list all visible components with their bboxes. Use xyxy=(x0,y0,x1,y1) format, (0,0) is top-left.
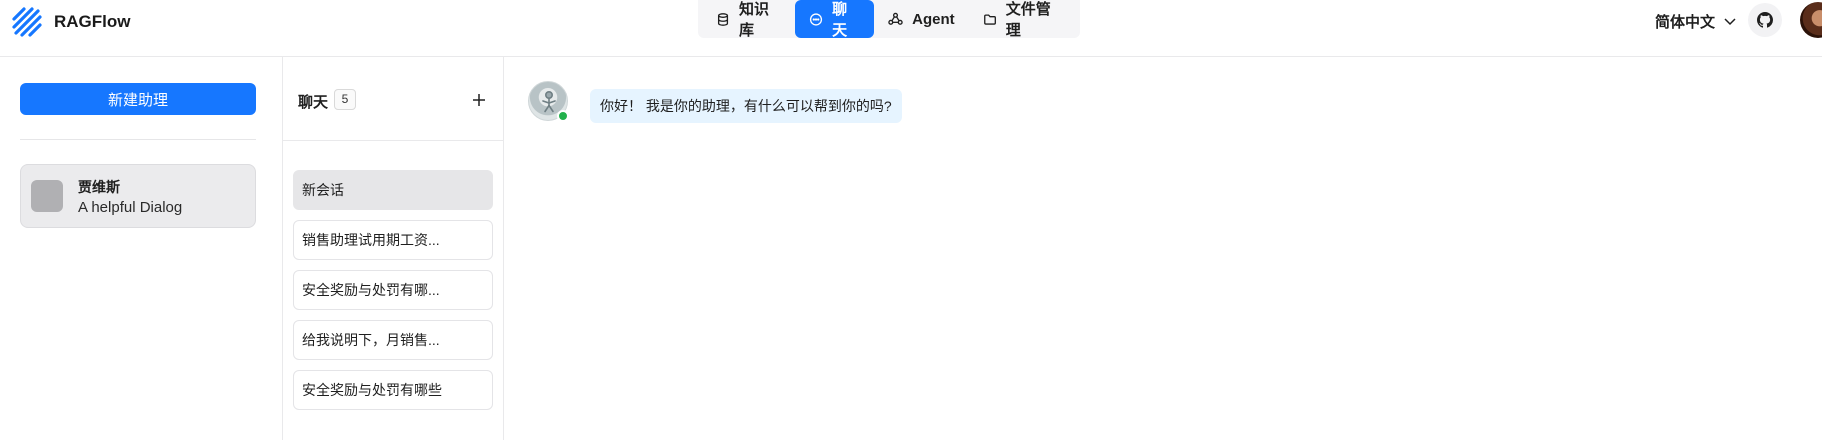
github-button[interactable] xyxy=(1748,3,1782,37)
nav-item-agent[interactable]: Agent xyxy=(874,0,969,38)
conversation-panel: 聊天 5 新会话 销售助理试用期工资... 安全奖励与处罚有哪... 给我说明下… xyxy=(283,57,504,440)
nav-item-file-manager[interactable]: 文件管理 xyxy=(969,0,1076,39)
nav-item-label: 文件管理 xyxy=(1005,1,1051,39)
database-icon xyxy=(717,12,729,26)
nav-item-label: Agent xyxy=(912,10,955,28)
conversation-list: 新会话 销售助理试用期工资... 安全奖励与处罚有哪... 给我说明下，月销售.… xyxy=(293,170,493,420)
plus-icon[interactable] xyxy=(470,91,488,109)
new-assistant-button[interactable]: 新建助理 xyxy=(20,83,256,115)
assistant-message-bubble: 你好！ 我是你的助理，有什么可以帮到你的吗? xyxy=(590,89,902,123)
folder-icon xyxy=(983,13,996,25)
divider xyxy=(20,139,256,140)
ragflow-logo-icon xyxy=(12,7,42,37)
conversation-item[interactable]: 安全奖励与处罚有哪... xyxy=(293,270,493,310)
assistant-description: A helpful Dialog xyxy=(78,199,183,216)
user-avatar[interactable] xyxy=(1800,2,1822,38)
chat-area: 你好！ 我是你的助理，有什么可以帮到你的吗? xyxy=(504,57,1822,440)
conversation-item[interactable]: 新会话 xyxy=(293,170,493,210)
conversation-count-badge: 5 xyxy=(334,89,356,110)
nav-item-chat[interactable]: 聊天 xyxy=(795,0,875,39)
graph-icon xyxy=(888,12,903,25)
conversation-header: 聊天 5 xyxy=(283,57,503,141)
conversation-item[interactable]: 销售助理试用期工资... xyxy=(293,220,493,260)
top-header: RAGFlow 知识库 聊天 Agent 文件管理 简体中文 xyxy=(0,0,1822,57)
language-label: 简体中文 xyxy=(1655,13,1716,31)
conversation-item[interactable]: 给我说明下，月销售... xyxy=(293,320,493,360)
language-selector[interactable]: 简体中文 xyxy=(1655,10,1737,32)
conversation-item[interactable]: 安全奖励与处罚有哪些 xyxy=(293,370,493,410)
main-nav: 知识库 聊天 Agent 文件管理 xyxy=(698,0,1080,39)
app-name: RAGFlow xyxy=(54,12,131,31)
github-icon xyxy=(1757,12,1773,28)
nav-item-label: 知识库 xyxy=(739,1,770,39)
nav-item-knowledge-base[interactable]: 知识库 xyxy=(702,0,795,39)
brand[interactable]: RAGFlow xyxy=(10,5,131,39)
chat-bubble-icon xyxy=(810,12,823,26)
assistant-name: 贾维斯 xyxy=(78,179,120,195)
online-status-dot xyxy=(557,110,569,122)
assistant-avatar xyxy=(31,180,63,212)
assistant-panel: 新建助理 贾维斯 A helpful Dialog xyxy=(0,57,283,440)
assistant-card[interactable]: 贾维斯 A helpful Dialog xyxy=(20,164,256,228)
nav-item-label: 聊天 xyxy=(832,1,848,39)
conversation-title: 聊天 xyxy=(298,94,329,111)
chevron-down-icon xyxy=(1724,18,1736,26)
